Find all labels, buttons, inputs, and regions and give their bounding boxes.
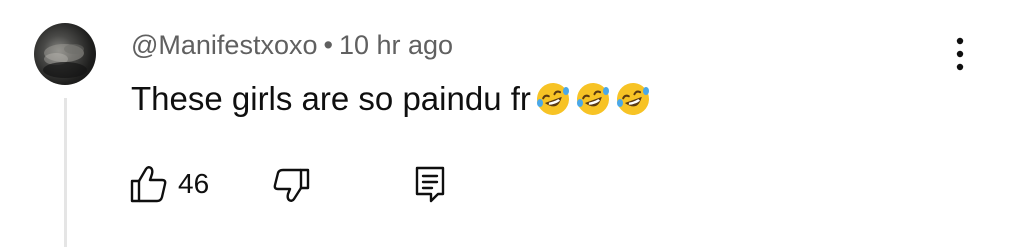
dislike-button[interactable] [272, 164, 312, 204]
more-vertical-icon [956, 37, 964, 71]
comment-meta: @Manifestxoxo • 10 hr ago [131, 28, 453, 62]
reply-comment-icon [415, 166, 445, 203]
like-button[interactable]: 46 [128, 164, 209, 204]
thread-line [64, 98, 67, 247]
meta-separator: • [323, 30, 333, 60]
comment-timestamp[interactable]: 10 hr ago [339, 30, 453, 60]
thumbs-down-icon [273, 168, 310, 202]
comment-actions: 46 [128, 162, 450, 206]
thumbs-up-icon [130, 166, 167, 203]
author-name[interactable]: @Manifestxoxo [131, 30, 317, 60]
rolling-on-floor-laughing-emoji [616, 83, 649, 115]
like-count: 46 [178, 168, 210, 199]
comment-text-content: These girls are so paindu fr [131, 80, 531, 117]
comment-text: These girls are so paindu fr [131, 78, 651, 120]
avatar[interactable] [34, 23, 96, 85]
reply-button[interactable] [410, 164, 450, 204]
more-options-button[interactable] [946, 34, 974, 74]
avatar-image [43, 44, 87, 78]
rolling-on-floor-laughing-emoji [576, 83, 609, 115]
comment-item: @Manifestxoxo • 10 hr ago These girls are … [0, 0, 1024, 247]
rolling-on-floor-laughing-emoji [536, 83, 569, 115]
